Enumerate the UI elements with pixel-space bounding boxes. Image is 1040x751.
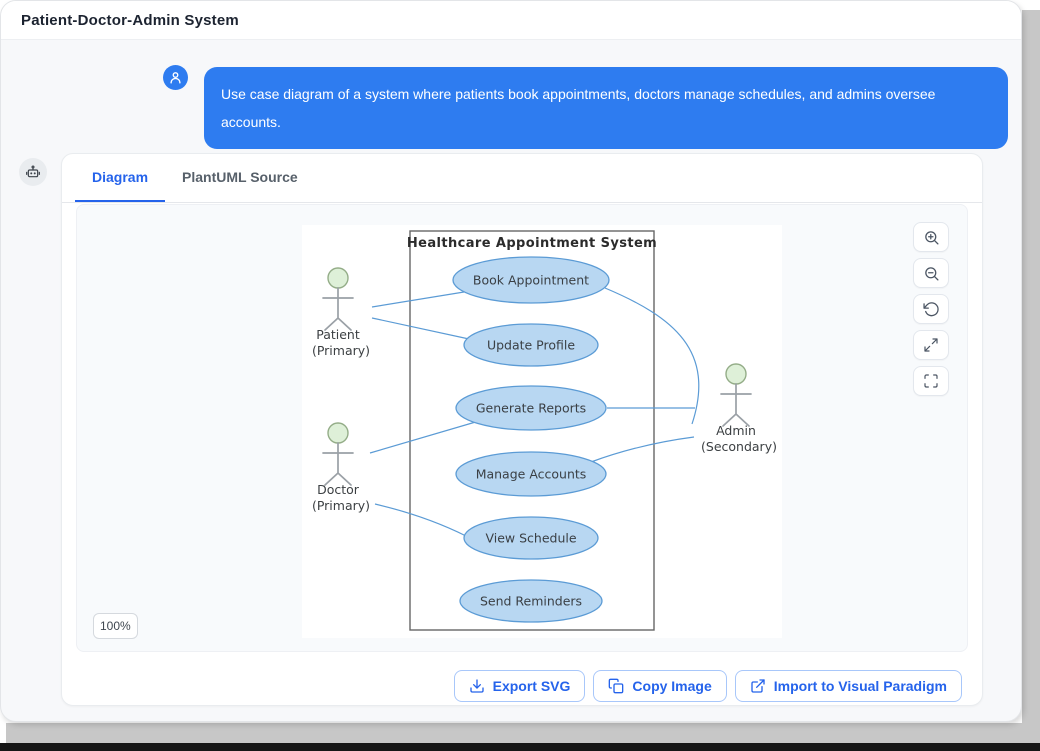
diagram-canvas[interactable]: Healthcare Appointment System Book Appoin…: [302, 225, 782, 638]
svg-text:(Primary): (Primary): [312, 498, 370, 513]
svg-text:Admin: Admin: [716, 423, 756, 438]
titlebar: Patient-Doctor-Admin System: [1, 1, 1021, 40]
chat-message-bubble: Use case diagram of a system where patie…: [204, 67, 1008, 149]
zoom-in-button[interactable]: [913, 222, 949, 252]
zoom-level-badge: 100%: [93, 613, 138, 639]
actor-patient: Patient(Primary): [312, 268, 370, 358]
usecase-view-schedule: View Schedule: [464, 517, 598, 559]
zoom-out-button[interactable]: [913, 258, 949, 288]
action-bar: Export SVG Copy Image Import to Visual P…: [454, 670, 962, 702]
export-svg-label: Export SVG: [493, 678, 571, 694]
fullscreen-icon: [923, 373, 939, 389]
usecase-generate-reports: Generate Reports: [456, 386, 606, 430]
zoom-in-icon: [923, 229, 940, 246]
window-shadow-bottom: [6, 723, 1040, 744]
export-svg-button[interactable]: Export SVG: [454, 670, 586, 702]
external-link-icon: [750, 678, 766, 694]
usecase-send-reminders: Send Reminders: [460, 580, 602, 622]
window-shadow-right: [1022, 10, 1040, 744]
user-avatar: [163, 65, 188, 90]
fullscreen-button[interactable]: [913, 366, 949, 396]
svg-text:Send Reminders: Send Reminders: [480, 594, 582, 609]
screenshot-stage: Patient-Doctor-Admin System Use case dia…: [0, 0, 1040, 751]
svg-text:View Schedule: View Schedule: [485, 531, 576, 546]
screen-edge: [0, 743, 1040, 751]
usecase-manage-accounts: Manage Accounts: [456, 452, 606, 496]
user-icon: [168, 70, 183, 85]
page-title: Patient-Doctor-Admin System: [21, 12, 239, 29]
diagram-panel: Diagram PlantUML Source Healthcare Appoi…: [61, 153, 983, 706]
svg-text:Update Profile: Update Profile: [487, 338, 575, 353]
copy-image-label: Copy Image: [632, 678, 711, 694]
usecase-diagram: Healthcare Appointment System Book Appoin…: [302, 225, 782, 638]
copy-image-button[interactable]: Copy Image: [593, 670, 726, 702]
download-icon: [469, 678, 485, 694]
svg-text:Manage Accounts: Manage Accounts: [476, 467, 587, 482]
reset-view-button[interactable]: [913, 294, 949, 324]
diagram-viewport[interactable]: Healthcare Appointment System Book Appoin…: [76, 204, 968, 652]
expand-icon: [923, 337, 939, 353]
reset-view-icon: [923, 301, 940, 318]
tab-plantuml-source[interactable]: PlantUML Source: [165, 154, 315, 202]
svg-text:Generate Reports: Generate Reports: [476, 401, 586, 416]
copy-icon: [608, 678, 624, 694]
actor-admin: Admin(Secondary): [701, 364, 777, 454]
usecase-book-appointment: Book Appointment: [453, 257, 609, 303]
svg-text:Book Appointment: Book Appointment: [473, 273, 589, 288]
svg-text:(Secondary): (Secondary): [701, 439, 777, 454]
svg-text:(Primary): (Primary): [312, 343, 370, 358]
svg-text:Healthcare Appointment System: Healthcare Appointment System: [407, 236, 657, 251]
import-visual-paradigm-button[interactable]: Import to Visual Paradigm: [735, 670, 962, 702]
zoom-out-icon: [923, 265, 940, 282]
zoom-toolbar: [913, 222, 949, 396]
actor-doctor: Doctor(Primary): [312, 423, 370, 513]
bot-avatar: [19, 158, 47, 186]
tab-bar: Diagram PlantUML Source: [62, 154, 982, 203]
import-visual-paradigm-label: Import to Visual Paradigm: [774, 678, 947, 694]
svg-text:Patient: Patient: [316, 327, 360, 342]
svg-text:Doctor: Doctor: [317, 482, 360, 497]
app-window: Patient-Doctor-Admin System Use case dia…: [0, 0, 1022, 722]
usecase-update-profile: Update Profile: [464, 324, 598, 366]
robot-icon: [25, 164, 41, 180]
expand-button[interactable]: [913, 330, 949, 360]
tab-diagram[interactable]: Diagram: [75, 154, 165, 202]
